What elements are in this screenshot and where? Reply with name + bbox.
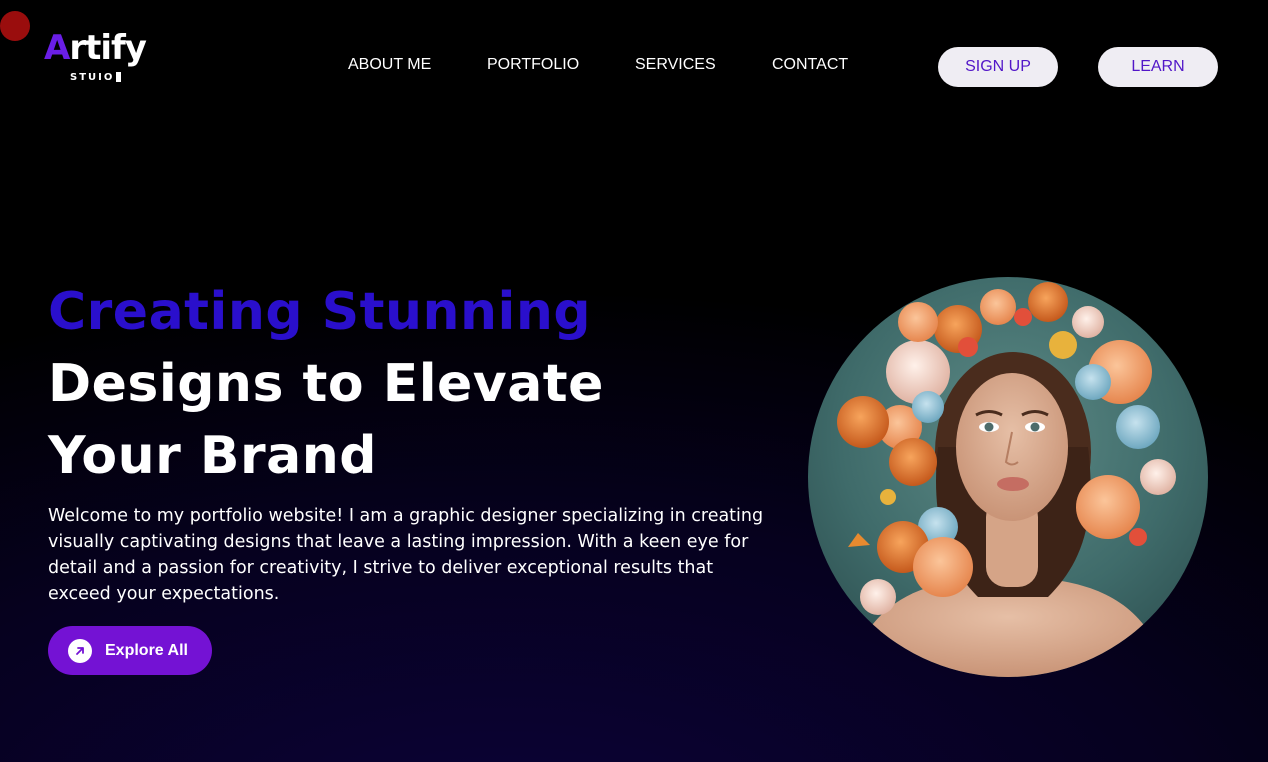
hero-description: Welcome to my portfolio website! I am a … [48, 506, 764, 604]
recording-dot [0, 11, 30, 41]
logo-first-letter: A [44, 28, 70, 68]
arrow-up-right-icon [68, 638, 92, 663]
page: Artify STUIO ABOUT ME PORTFOLIO SERVICES… [0, 0, 1268, 762]
portrait-image [808, 277, 1208, 677]
portrait-illustration [808, 277, 1208, 677]
logo-bar [116, 72, 121, 82]
logo-rest: rtify [69, 28, 147, 68]
logo[interactable]: Artify STUIO [0, 0, 182, 106]
explore-all-button[interactable]: Explore All [48, 626, 212, 675]
hero-title-line2: Designs to Elevate [48, 354, 604, 414]
logo-subtitle: STUIO [70, 72, 115, 83]
nav-services[interactable]: SERVICES [635, 56, 716, 74]
hero-title-line3: Your Brand [48, 426, 377, 486]
signup-button[interactable]: SIGN UP [938, 47, 1058, 87]
hero-title: Creating Stunning Designs to Elevate You… [48, 276, 604, 492]
nav-contact[interactable]: CONTACT [772, 56, 848, 74]
nav-about-me[interactable]: ABOUT ME [348, 56, 431, 74]
nav-portfolio[interactable]: PORTFOLIO [487, 56, 579, 74]
learn-button[interactable]: LEARN [1098, 47, 1218, 87]
hero-title-accent: Creating Stunning [48, 282, 592, 342]
logo-wordmark: Artify [44, 28, 147, 68]
explore-all-label: Explore All [105, 641, 188, 659]
